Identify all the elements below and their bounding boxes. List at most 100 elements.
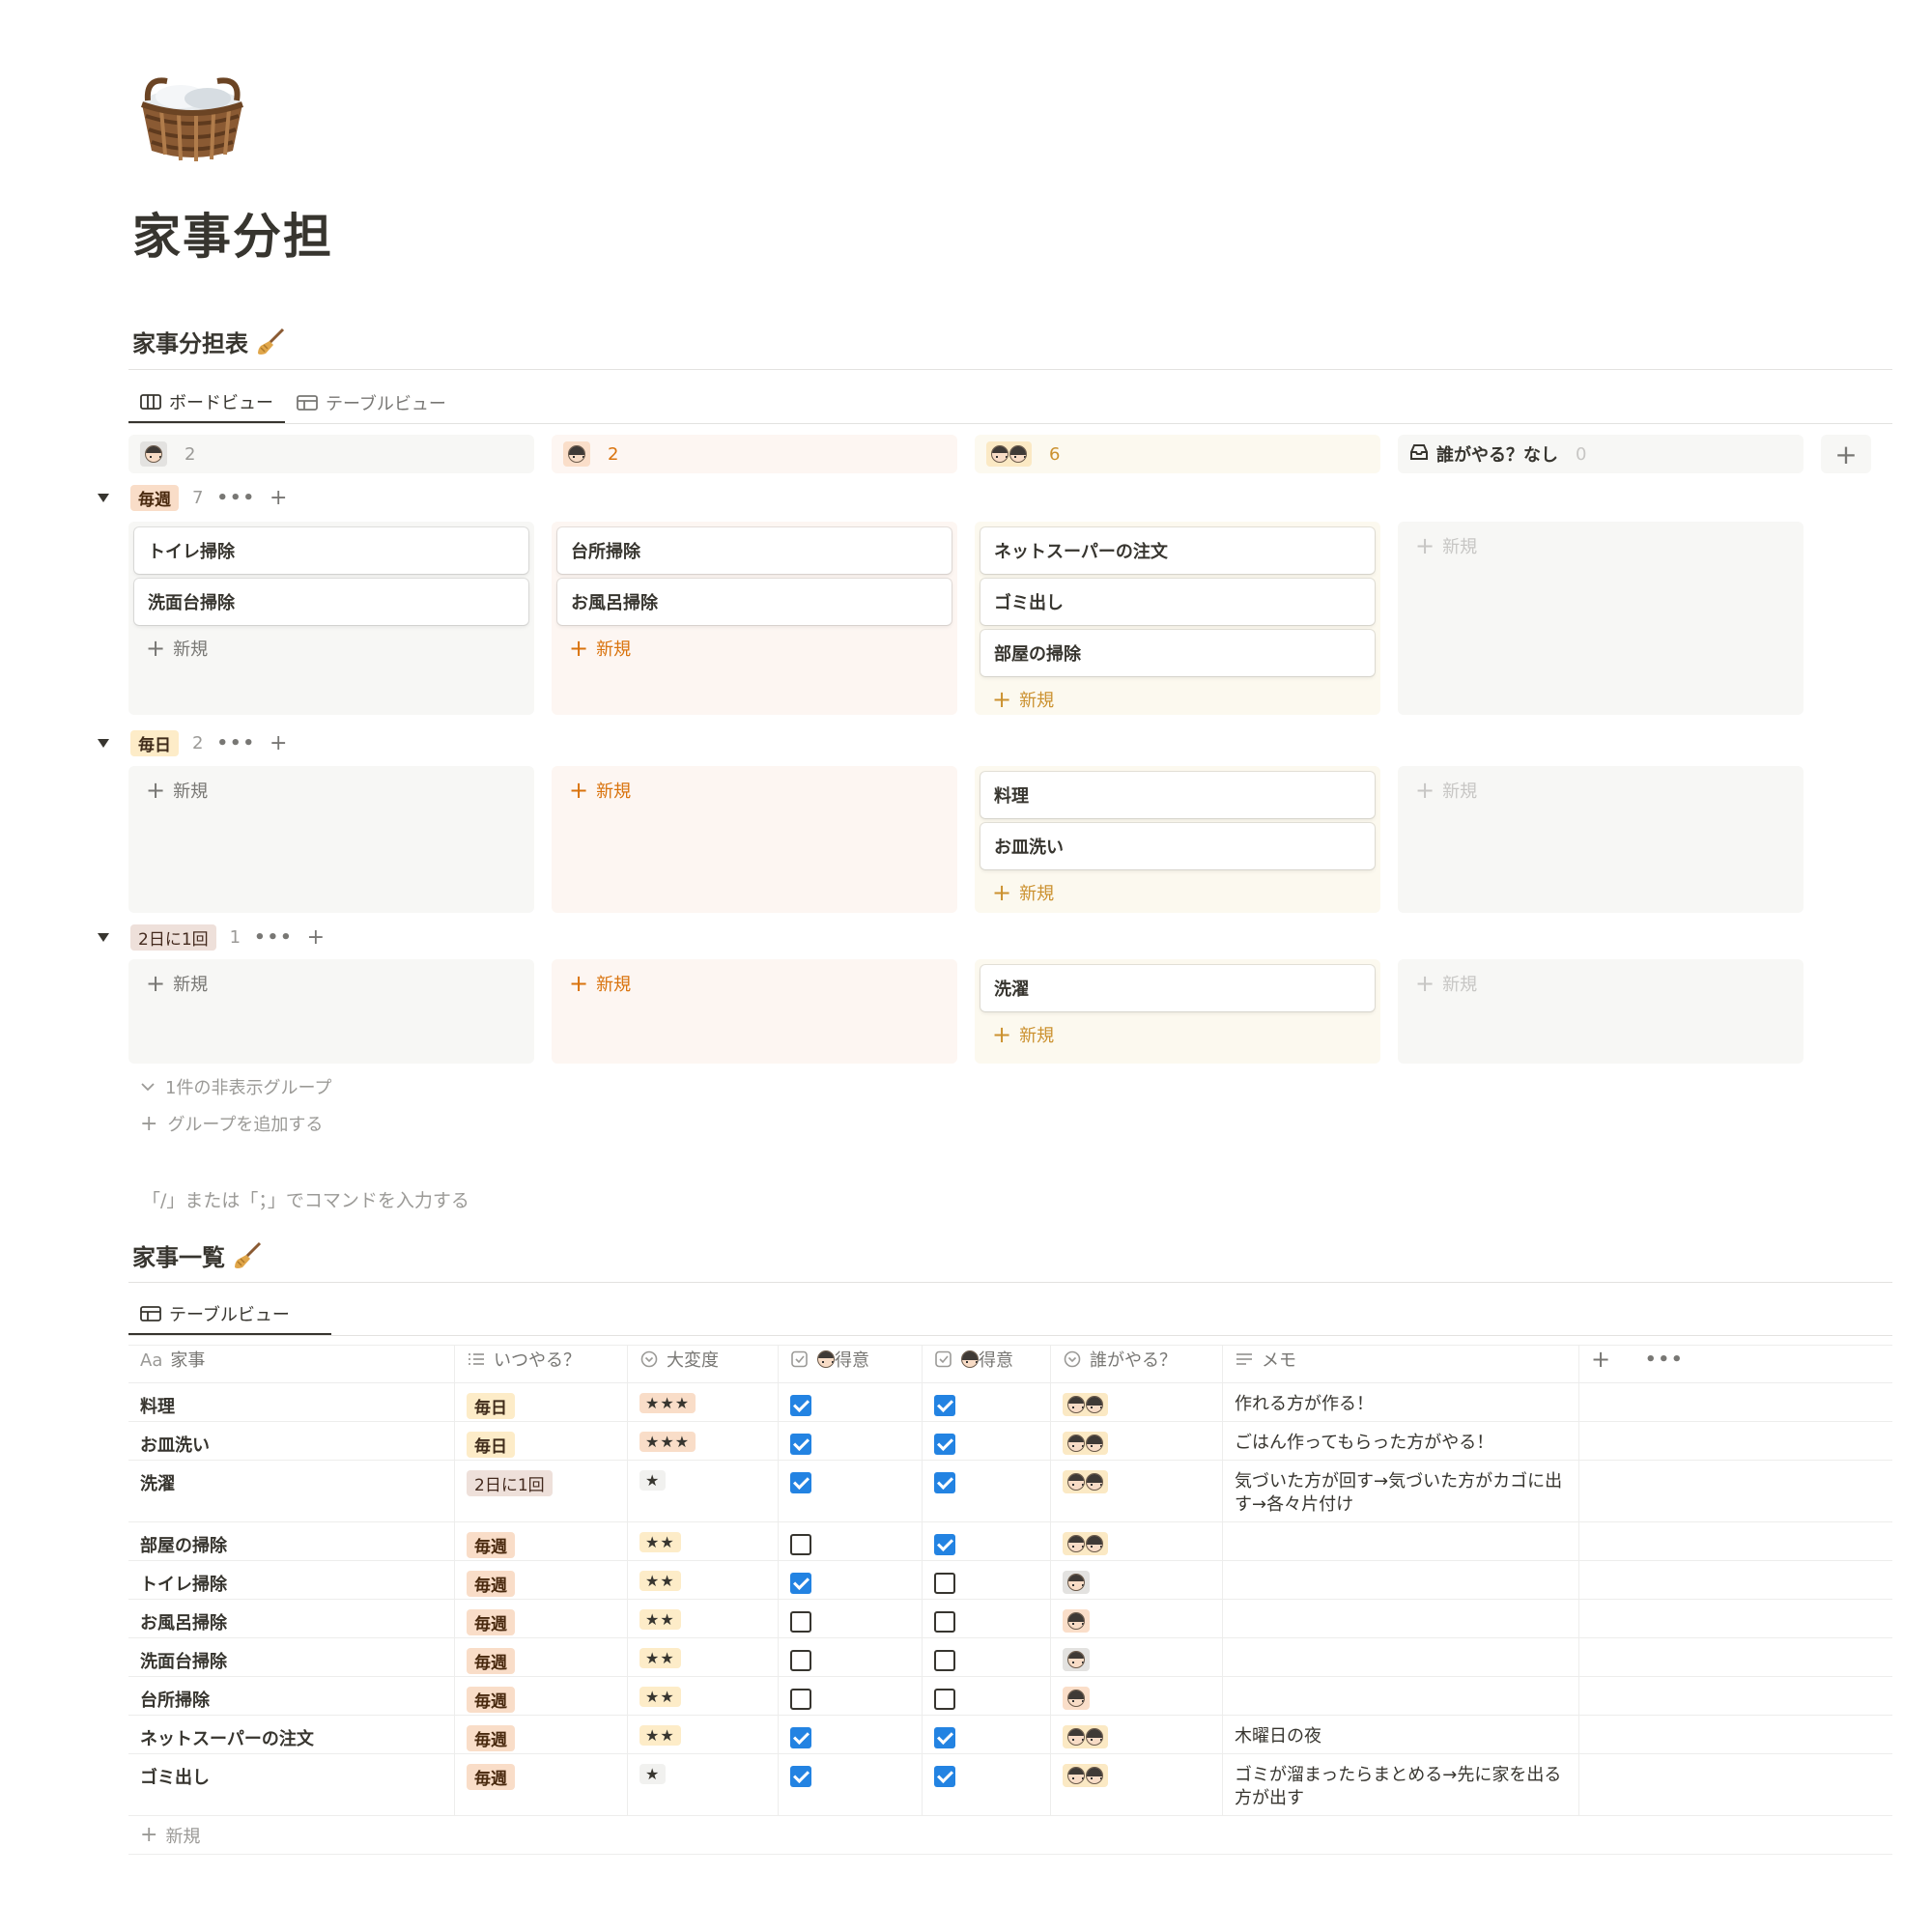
table-cell[interactable] [923, 1383, 1051, 1421]
table-cell[interactable] [1579, 1716, 1892, 1753]
table-cell[interactable] [779, 1600, 923, 1637]
table-cell[interactable] [1223, 1522, 1579, 1560]
table-cell[interactable] [1051, 1677, 1223, 1715]
table-cell[interactable] [1051, 1522, 1223, 1560]
new-card-button[interactable]: + 新規 [1415, 778, 1477, 803]
board-column-header[interactable]: 2 [552, 435, 957, 473]
table-cell[interactable]: ★★ [628, 1600, 779, 1637]
table-cell[interactable] [923, 1638, 1051, 1676]
add-group-button[interactable]: + グループを追加する [140, 1111, 323, 1136]
more-options-icon[interactable]: ••• [216, 733, 256, 753]
table-cell[interactable] [779, 1561, 923, 1599]
table-cell[interactable]: ★★ [628, 1716, 779, 1753]
table-row[interactable]: ゴミ出し 毎週 ★ ゴミが溜まったらまとめる→先に家を出る方が出す [128, 1754, 1892, 1816]
tab-table-view[interactable]: テーブルビュー [285, 383, 458, 423]
table-row[interactable]: 洗濯 2日に1回 ★ 気づいた方が回す→気づいた方がカゴに出す→各々片付け [128, 1461, 1892, 1522]
checkbox-checked[interactable] [934, 1766, 955, 1787]
table-cell[interactable] [1579, 1638, 1892, 1676]
table-cell[interactable] [923, 1677, 1051, 1715]
table-row[interactable]: トイレ掃除 毎週 ★★ [128, 1561, 1892, 1600]
table-database-title[interactable]: 家事一覧 [132, 1238, 262, 1272]
board-card[interactable]: 洗濯 [980, 965, 1375, 1011]
task-name-cell[interactable]: 台所掃除 [128, 1677, 455, 1715]
board-card[interactable]: ネットスーパーの注文 [980, 527, 1375, 574]
table-cell[interactable] [923, 1461, 1051, 1521]
table-cell[interactable]: ★★ [628, 1638, 779, 1676]
column-header[interactable]: 大変度 [628, 1346, 779, 1382]
board-column-header[interactable]: 誰がやる？なし 0 [1398, 435, 1804, 473]
new-card-button[interactable]: + 新規 [146, 636, 208, 661]
new-card-button[interactable]: + 新規 [569, 971, 631, 996]
table-cell[interactable] [1579, 1677, 1892, 1715]
table-cell[interactable]: ごはん作ってもらった方がやる！ [1223, 1422, 1579, 1460]
board-card[interactable]: ゴミ出し [980, 579, 1375, 625]
table-cell[interactable]: ★★ [628, 1561, 779, 1599]
add-column-button[interactable]: + [1821, 435, 1871, 473]
board-card[interactable]: お皿洗い [980, 823, 1375, 869]
checkbox-unchecked[interactable] [934, 1573, 955, 1594]
table-cell[interactable] [1579, 1422, 1892, 1460]
table-cell[interactable] [1579, 1461, 1892, 1521]
table-row[interactable]: 洗面台掃除 毎週 ★★ [128, 1638, 1892, 1677]
task-name-cell[interactable]: お風呂掃除 [128, 1600, 455, 1637]
table-cell[interactable] [1579, 1561, 1892, 1599]
hidden-groups-toggle[interactable]: 1件の非表示グループ [140, 1074, 331, 1099]
table-cell[interactable] [923, 1561, 1051, 1599]
table-cell[interactable]: 木曜日の夜 [1223, 1716, 1579, 1753]
table-cell[interactable]: ★★ [628, 1677, 779, 1715]
task-name-cell[interactable]: 洗濯 [128, 1461, 455, 1521]
column-header[interactable]: 得意 [779, 1346, 923, 1382]
board-card[interactable]: 洗面台掃除 [134, 579, 528, 625]
table-cell[interactable] [779, 1461, 923, 1521]
table-cell[interactable] [923, 1716, 1051, 1753]
task-name-cell[interactable]: お皿洗い [128, 1422, 455, 1460]
table-cell[interactable] [1051, 1754, 1223, 1815]
new-card-button[interactable]: + 新規 [146, 971, 208, 996]
checkbox-checked[interactable] [934, 1534, 955, 1555]
table-cell[interactable]: ★★ [628, 1522, 779, 1560]
task-name-cell[interactable]: ネットスーパーの注文 [128, 1716, 455, 1753]
table-cell[interactable]: 作れる方が作る！ [1223, 1383, 1579, 1421]
checkbox-unchecked[interactable] [790, 1689, 811, 1710]
table-cell[interactable] [1051, 1600, 1223, 1637]
more-options-icon[interactable]: ••• [254, 927, 294, 948]
add-card-icon[interactable]: + [270, 731, 287, 755]
table-cell[interactable]: 毎日 [455, 1422, 628, 1460]
checkbox-unchecked[interactable] [790, 1650, 811, 1671]
table-row[interactable]: ネットスーパーの注文 毎週 ★★ 木曜日の夜 [128, 1716, 1892, 1754]
column-header[interactable]: 得意 [923, 1346, 1051, 1382]
table-cell[interactable]: 毎日 [455, 1383, 628, 1421]
board-card[interactable]: 台所掃除 [557, 527, 952, 574]
table-cell[interactable] [923, 1422, 1051, 1460]
tab-table-view-2[interactable]: テーブルビュー [128, 1294, 331, 1335]
table-cell[interactable] [923, 1522, 1051, 1560]
table-cell[interactable] [1223, 1677, 1579, 1715]
checkbox-checked[interactable] [790, 1727, 811, 1748]
checkbox-checked[interactable] [790, 1434, 811, 1455]
table-cell[interactable] [923, 1600, 1051, 1637]
table-cell[interactable]: 毎週 [455, 1677, 628, 1715]
board-database-title[interactable]: 家事分担表 [132, 325, 285, 358]
table-cell[interactable]: ★★★ [628, 1383, 779, 1421]
checkbox-checked[interactable] [790, 1573, 811, 1594]
checkbox-checked[interactable] [934, 1395, 955, 1416]
table-cell[interactable]: 毎週 [455, 1561, 628, 1599]
table-row[interactable]: 料理 毎日 ★★★ 作れる方が作る！ [128, 1383, 1892, 1422]
checkbox-unchecked[interactable] [790, 1534, 811, 1555]
table-cell[interactable]: ★ [628, 1754, 779, 1815]
table-cell[interactable] [1223, 1600, 1579, 1637]
table-cell[interactable] [779, 1638, 923, 1676]
table-cell[interactable]: ゴミが溜まったらまとめる→先に家を出る方が出す [1223, 1754, 1579, 1815]
table-cell[interactable] [779, 1422, 923, 1460]
table-cell[interactable] [1051, 1561, 1223, 1599]
table-cell[interactable] [1579, 1600, 1892, 1637]
page-title[interactable]: 家事分担 [132, 198, 333, 268]
add-card-icon[interactable]: + [270, 486, 287, 510]
collapse-triangle-icon[interactable] [98, 738, 109, 748]
table-cell[interactable] [779, 1716, 923, 1753]
new-card-button[interactable]: + 新規 [1415, 971, 1477, 996]
new-card-button[interactable]: + 新規 [992, 1022, 1054, 1047]
board-group-header[interactable]: 毎週 7 ••• + [98, 483, 287, 512]
collapse-triangle-icon[interactable] [98, 493, 109, 502]
checkbox-unchecked[interactable] [790, 1611, 811, 1633]
